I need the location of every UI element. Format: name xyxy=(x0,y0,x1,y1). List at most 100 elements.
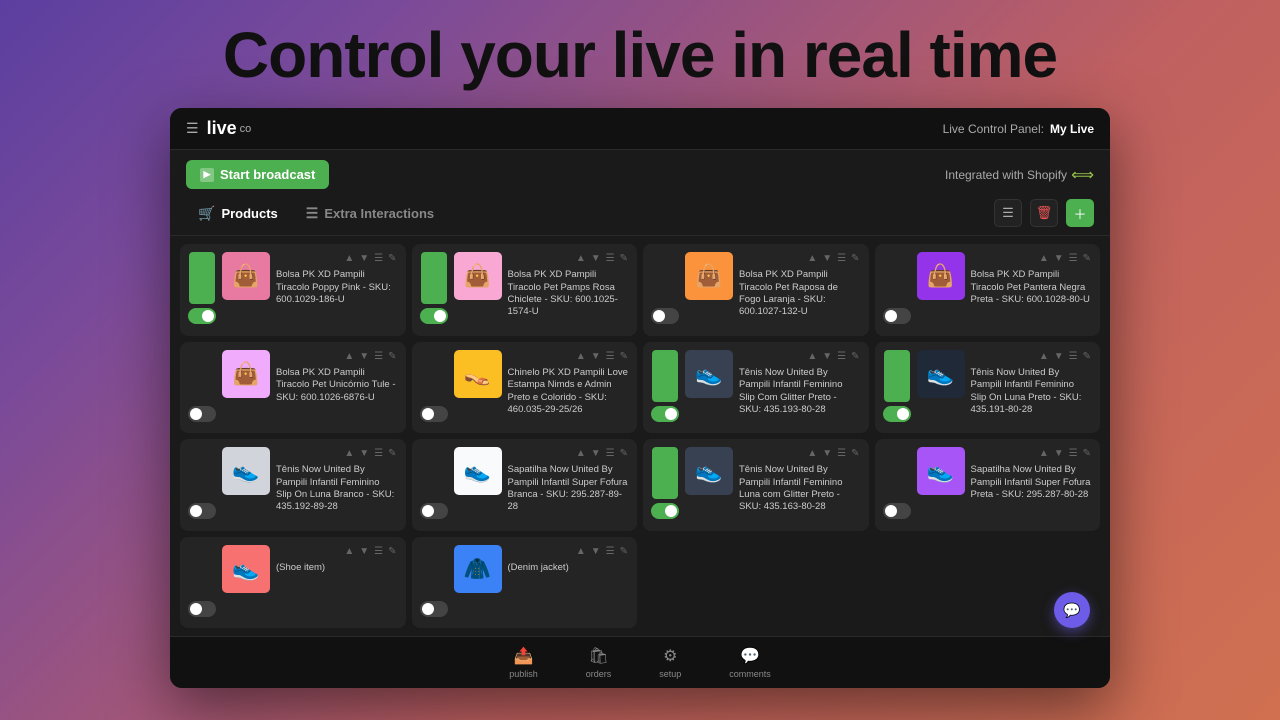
nav-item-orders[interactable]: 🛍 orders xyxy=(586,646,612,679)
list-icon[interactable]: ☰ xyxy=(373,252,384,265)
down-icon[interactable]: ▼ xyxy=(1053,350,1065,363)
active-indicator xyxy=(652,252,678,304)
toggle-switch[interactable] xyxy=(883,406,911,422)
list-icon[interactable]: ☰ xyxy=(605,252,616,265)
product-info: ▲ ▼ ☰ ✎ Chinelo PK XD Pampili Love Estam… xyxy=(508,350,630,416)
up-icon[interactable]: ▲ xyxy=(575,350,587,363)
nav-item-comments[interactable]: 💬 comments xyxy=(729,646,771,679)
list-icon[interactable]: ☰ xyxy=(605,545,616,558)
list-icon[interactable]: ☰ xyxy=(605,350,616,363)
toggle-switch[interactable] xyxy=(188,308,216,324)
toggle-switch[interactable] xyxy=(188,503,216,519)
add-button[interactable]: ＋ xyxy=(1066,199,1094,227)
up-icon[interactable]: ▲ xyxy=(343,545,355,558)
up-icon[interactable]: ▲ xyxy=(343,350,355,363)
product-info: ▲ ▼ ☰ ✎ (Denim jacket) xyxy=(508,545,630,574)
list-icon[interactable]: ☰ xyxy=(836,447,847,460)
list-icon[interactable]: ☰ xyxy=(373,350,384,363)
down-icon[interactable]: ▼ xyxy=(358,545,370,558)
edit-icon[interactable]: ✎ xyxy=(619,252,629,265)
product-actions: ▲ ▼ ☰ ✎ xyxy=(508,447,630,460)
edit-icon[interactable]: ✎ xyxy=(387,545,397,558)
list-icon[interactable]: ☰ xyxy=(836,252,847,265)
list-icon[interactable]: ☰ xyxy=(605,447,616,460)
down-icon[interactable]: ▼ xyxy=(1053,252,1065,265)
edit-icon[interactable]: ✎ xyxy=(1082,350,1092,363)
list-icon[interactable]: ☰ xyxy=(836,350,847,363)
toggle-switch[interactable] xyxy=(651,406,679,422)
up-icon[interactable]: ▲ xyxy=(806,350,818,363)
toggle-knob xyxy=(422,603,434,615)
edit-icon[interactable]: ✎ xyxy=(619,350,629,363)
toggle-switch[interactable] xyxy=(188,406,216,422)
start-broadcast-button[interactable]: ▶ Start broadcast xyxy=(186,160,329,189)
list-icon[interactable]: ☰ xyxy=(1068,350,1079,363)
up-icon[interactable]: ▲ xyxy=(343,447,355,460)
edit-icon[interactable]: ✎ xyxy=(850,252,860,265)
down-icon[interactable]: ▼ xyxy=(590,545,602,558)
edit-icon[interactable]: ✎ xyxy=(850,350,860,363)
toggle-switch[interactable] xyxy=(651,503,679,519)
toggle-switch[interactable] xyxy=(420,308,448,324)
up-icon[interactable]: ▲ xyxy=(1038,350,1050,363)
active-indicator xyxy=(421,447,447,499)
toggle-switch[interactable] xyxy=(188,601,216,617)
down-icon[interactable]: ▼ xyxy=(821,447,833,460)
edit-icon[interactable]: ✎ xyxy=(619,447,629,460)
edit-icon[interactable]: ✎ xyxy=(387,252,397,265)
toggle-switch[interactable] xyxy=(883,308,911,324)
down-icon[interactable]: ▼ xyxy=(358,447,370,460)
product-name: Bolsa PK XD Pampili Tiracolo Pet Unicórn… xyxy=(276,367,398,404)
product-actions: ▲ ▼ ☰ ✎ xyxy=(276,545,398,558)
down-icon[interactable]: ▼ xyxy=(821,350,833,363)
toggle-switch[interactable] xyxy=(420,406,448,422)
list-icon[interactable]: ☰ xyxy=(373,545,384,558)
edit-icon[interactable]: ✎ xyxy=(1082,252,1092,265)
nav-item-setup[interactable]: ⚙ setup xyxy=(659,646,681,679)
down-icon[interactable]: ▼ xyxy=(590,350,602,363)
down-icon[interactable]: ▼ xyxy=(358,252,370,265)
toggle-switch[interactable] xyxy=(420,601,448,617)
edit-icon[interactable]: ✎ xyxy=(387,447,397,460)
up-icon[interactable]: ▲ xyxy=(343,252,355,265)
down-icon[interactable]: ▼ xyxy=(1053,447,1065,460)
nav-icon-comments: 💬 xyxy=(740,646,760,666)
tabs-left: 🛒 Products ☰ Extra Interactions xyxy=(186,200,446,227)
active-indicator xyxy=(189,447,215,499)
list-icon[interactable]: ☰ xyxy=(373,447,384,460)
product-actions: ▲ ▼ ☰ ✎ xyxy=(276,447,398,460)
product-card: 👜 ▲ ▼ ☰ ✎ Bolsa PK XD Pampili Tiracolo P… xyxy=(180,244,406,336)
up-icon[interactable]: ▲ xyxy=(1038,252,1050,265)
down-icon[interactable]: ▼ xyxy=(358,350,370,363)
tab-extra-interactions[interactable]: ☰ Extra Interactions xyxy=(294,200,446,227)
up-icon[interactable]: ▲ xyxy=(575,447,587,460)
toggle-knob xyxy=(190,408,202,420)
list-view-button[interactable]: ☰ xyxy=(994,199,1022,227)
down-icon[interactable]: ▼ xyxy=(821,252,833,265)
down-icon[interactable]: ▼ xyxy=(590,252,602,265)
up-icon[interactable]: ▲ xyxy=(806,447,818,460)
up-icon[interactable]: ▲ xyxy=(575,545,587,558)
edit-icon[interactable]: ✎ xyxy=(1082,447,1092,460)
edit-icon[interactable]: ✎ xyxy=(387,350,397,363)
up-icon[interactable]: ▲ xyxy=(1038,447,1050,460)
product-name: Tênis Now United By Pampili Infantil Fem… xyxy=(739,464,861,513)
up-icon[interactable]: ▲ xyxy=(575,252,587,265)
delete-button[interactable]: 🗑 xyxy=(1030,199,1058,227)
down-icon[interactable]: ▼ xyxy=(590,447,602,460)
list-icon[interactable]: ☰ xyxy=(1068,252,1079,265)
app-header: ☰ liveco Live Control Panel: My Live xyxy=(170,108,1110,150)
toggle-switch[interactable] xyxy=(420,503,448,519)
product-actions: ▲ ▼ ☰ ✎ xyxy=(971,447,1093,460)
tab-products[interactable]: 🛒 Products xyxy=(186,200,290,227)
toggle-switch[interactable] xyxy=(651,308,679,324)
menu-icon[interactable]: ☰ xyxy=(186,120,199,137)
edit-icon[interactable]: ✎ xyxy=(619,545,629,558)
product-info: ▲ ▼ ☰ ✎ Sapatilha Now United By Pampili … xyxy=(971,447,1093,501)
list-icon[interactable]: ☰ xyxy=(1068,447,1079,460)
nav-item-publish[interactable]: 📤 publish xyxy=(509,646,538,679)
up-icon[interactable]: ▲ xyxy=(806,252,818,265)
edit-icon[interactable]: ✎ xyxy=(850,447,860,460)
toggle-switch[interactable] xyxy=(883,503,911,519)
active-indicator xyxy=(189,350,215,402)
